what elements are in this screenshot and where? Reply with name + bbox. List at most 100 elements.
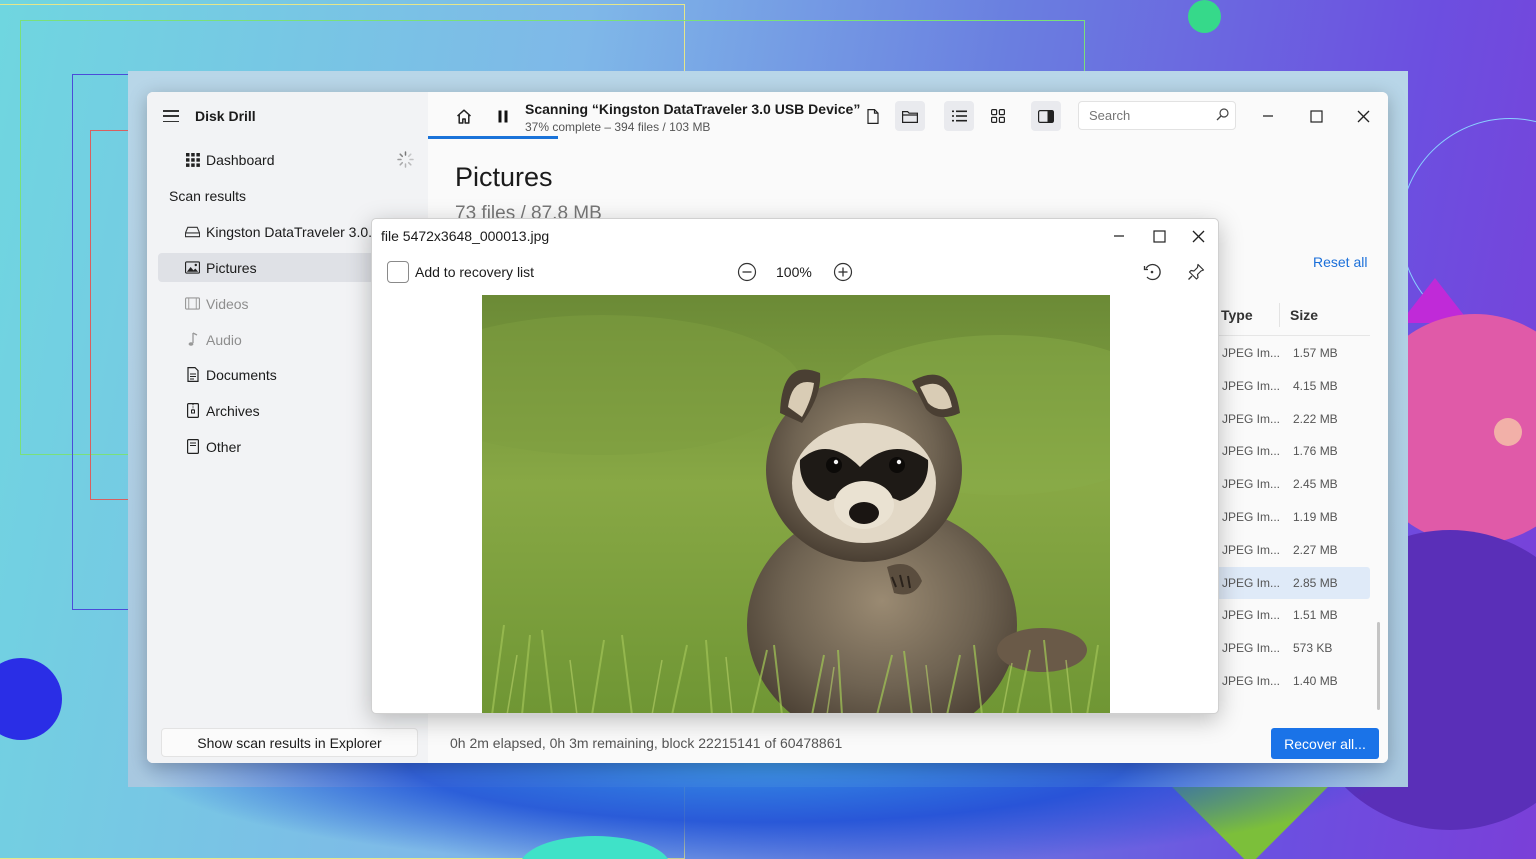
- table-row[interactable]: JPEG Im... 1.19 MB: [1208, 501, 1370, 533]
- cell-type: JPEG Im...: [1222, 674, 1281, 688]
- document-icon: [185, 367, 200, 382]
- preview-close-button[interactable]: [1187, 225, 1209, 247]
- bg-dot-green: [1188, 0, 1221, 33]
- cell-size: 1.40 MB: [1293, 674, 1338, 688]
- cell-type: JPEG Im...: [1222, 575, 1281, 590]
- sidebar-item-label: Documents: [206, 366, 277, 383]
- rotate-icon: [1143, 263, 1161, 281]
- maximize-button[interactable]: [1306, 106, 1326, 126]
- zoom-out-button[interactable]: [736, 261, 758, 283]
- cell-size: 2.85 MB: [1293, 575, 1338, 590]
- minimize-icon: [1263, 115, 1273, 117]
- column-header-type[interactable]: Type: [1221, 307, 1253, 323]
- column-header-size[interactable]: Size: [1290, 307, 1318, 323]
- maximize-icon: [1309, 109, 1323, 123]
- minimize-icon: [1114, 235, 1124, 237]
- sidebar-item-label: Other: [206, 438, 242, 455]
- hamburger-menu-icon[interactable]: [163, 110, 179, 122]
- cell-type: JPEG Im...: [1222, 542, 1281, 557]
- add-to-recovery-label[interactable]: Add to recovery list: [415, 264, 534, 280]
- table-row[interactable]: JPEG Im... 2.45 MB: [1208, 468, 1370, 500]
- recover-all-button[interactable]: Recover all...: [1271, 728, 1379, 759]
- table-row[interactable]: JPEG Im... 2.27 MB: [1208, 534, 1370, 566]
- sidebar-item-label: Videos: [206, 295, 249, 312]
- search-input[interactable]: [1078, 101, 1236, 130]
- pause-button[interactable]: [488, 101, 518, 131]
- table-scrollbar[interactable]: [1377, 622, 1380, 710]
- zoom-level: 100%: [776, 264, 812, 280]
- header-divider: [1208, 335, 1370, 336]
- toolbar: Scanning “Kingston DataTraveler 3.0 USB …: [428, 92, 1388, 140]
- scan-progress-fill: [428, 136, 559, 139]
- cell-size: 1.57 MB: [1293, 346, 1338, 360]
- scan-progress-bar: [428, 136, 780, 139]
- preview-image: [482, 295, 1110, 713]
- raccoon-photo: [482, 295, 1110, 713]
- show-in-explorer-button[interactable]: Show scan results in Explorer: [161, 728, 418, 757]
- close-button[interactable]: [1353, 106, 1373, 126]
- close-icon: [1192, 230, 1204, 242]
- cell-size: 2.22 MB: [1293, 411, 1338, 426]
- grid-icon: [991, 109, 1005, 123]
- folder-icon: [902, 110, 918, 123]
- preview-title: file 5472x3648_000013.jpg: [381, 228, 550, 244]
- preview-maximize-button[interactable]: [1148, 225, 1170, 247]
- sidebar-item-dashboard[interactable]: Dashboard: [158, 145, 420, 174]
- add-to-recovery-checkbox[interactable]: [387, 261, 409, 283]
- reset-all-link[interactable]: Reset all: [1313, 254, 1367, 270]
- scan-progress-text: 37% complete – 394 files / 103 MB: [525, 120, 711, 134]
- pin-button[interactable]: [1185, 261, 1207, 283]
- list-view-button[interactable]: [944, 101, 974, 131]
- cell-type: JPEG Im...: [1222, 477, 1281, 492]
- minimize-button[interactable]: [1258, 106, 1278, 126]
- cell-size: 573 KB: [1293, 641, 1333, 656]
- cell-type: JPEG Im...: [1222, 444, 1281, 459]
- table-row[interactable]: JPEG Im... 1.40 MB: [1208, 665, 1370, 697]
- sidebar-header: Disk Drill: [163, 106, 256, 126]
- drive-icon: [185, 224, 200, 239]
- sidebar-item-label: Dashboard: [206, 151, 275, 168]
- cell-type: JPEG Im...: [1222, 641, 1281, 656]
- folder-view-button[interactable]: [895, 101, 925, 131]
- table-row[interactable]: JPEG Im... 2.22 MB: [1208, 403, 1370, 435]
- search-icon[interactable]: [1216, 108, 1230, 122]
- column-divider[interactable]: [1279, 303, 1280, 327]
- video-icon: [185, 296, 200, 311]
- cell-size: 2.27 MB: [1293, 542, 1338, 557]
- grid-view-button[interactable]: [983, 101, 1013, 131]
- cell-type: JPEG Im...: [1222, 608, 1281, 623]
- close-icon: [1357, 110, 1369, 122]
- wallpaper-bloom: [128, 760, 1408, 859]
- table-row[interactable]: JPEG Im... 2.85 MB: [1208, 566, 1370, 599]
- cell-type: JPEG Im...: [1222, 411, 1281, 426]
- zoom-in-button[interactable]: [832, 261, 854, 283]
- cell-type: JPEG Im...: [1222, 378, 1281, 393]
- cell-size: 4.15 MB: [1293, 378, 1338, 393]
- file-view-button[interactable]: [858, 101, 888, 131]
- cell-type: JPEG Im...: [1222, 346, 1281, 360]
- bg-outline-red: [90, 130, 132, 500]
- table-row[interactable]: JPEG Im... 1.76 MB: [1208, 435, 1370, 467]
- scan-title: Scanning “Kingston DataTraveler 3.0 USB …: [525, 101, 861, 117]
- home-button[interactable]: [449, 101, 479, 131]
- file-preview-dialog: file 5472x3648_000013.jpg Add to recover…: [371, 218, 1219, 714]
- pin-icon: [1188, 263, 1205, 280]
- zoom-in-icon: [833, 262, 853, 282]
- home-icon: [457, 108, 471, 124]
- table-row[interactable]: JPEG Im... 1.57 MB: [1208, 337, 1370, 369]
- music-note-icon: [185, 332, 200, 347]
- cell-size: 1.19 MB: [1293, 510, 1338, 524]
- sidebar-item-label: Audio: [206, 331, 242, 348]
- preview-pane-toggle[interactable]: [1031, 101, 1061, 131]
- table-row[interactable]: JPEG Im... 1.51 MB: [1208, 599, 1370, 631]
- maximize-icon: [1152, 229, 1166, 243]
- cell-size: 1.51 MB: [1293, 608, 1338, 623]
- file-icon: [185, 439, 200, 454]
- preview-minimize-button[interactable]: [1108, 225, 1130, 247]
- table-row[interactable]: JPEG Im... 4.15 MB: [1208, 370, 1370, 402]
- table-row[interactable]: JPEG Im... 573 KB: [1208, 632, 1370, 664]
- sidebar-item-label: Archives: [206, 402, 260, 419]
- app-title: Disk Drill: [195, 108, 256, 124]
- rotate-button[interactable]: [1141, 261, 1163, 283]
- scan-status-text: 0h 2m elapsed, 0h 3m remaining, block 22…: [450, 735, 843, 751]
